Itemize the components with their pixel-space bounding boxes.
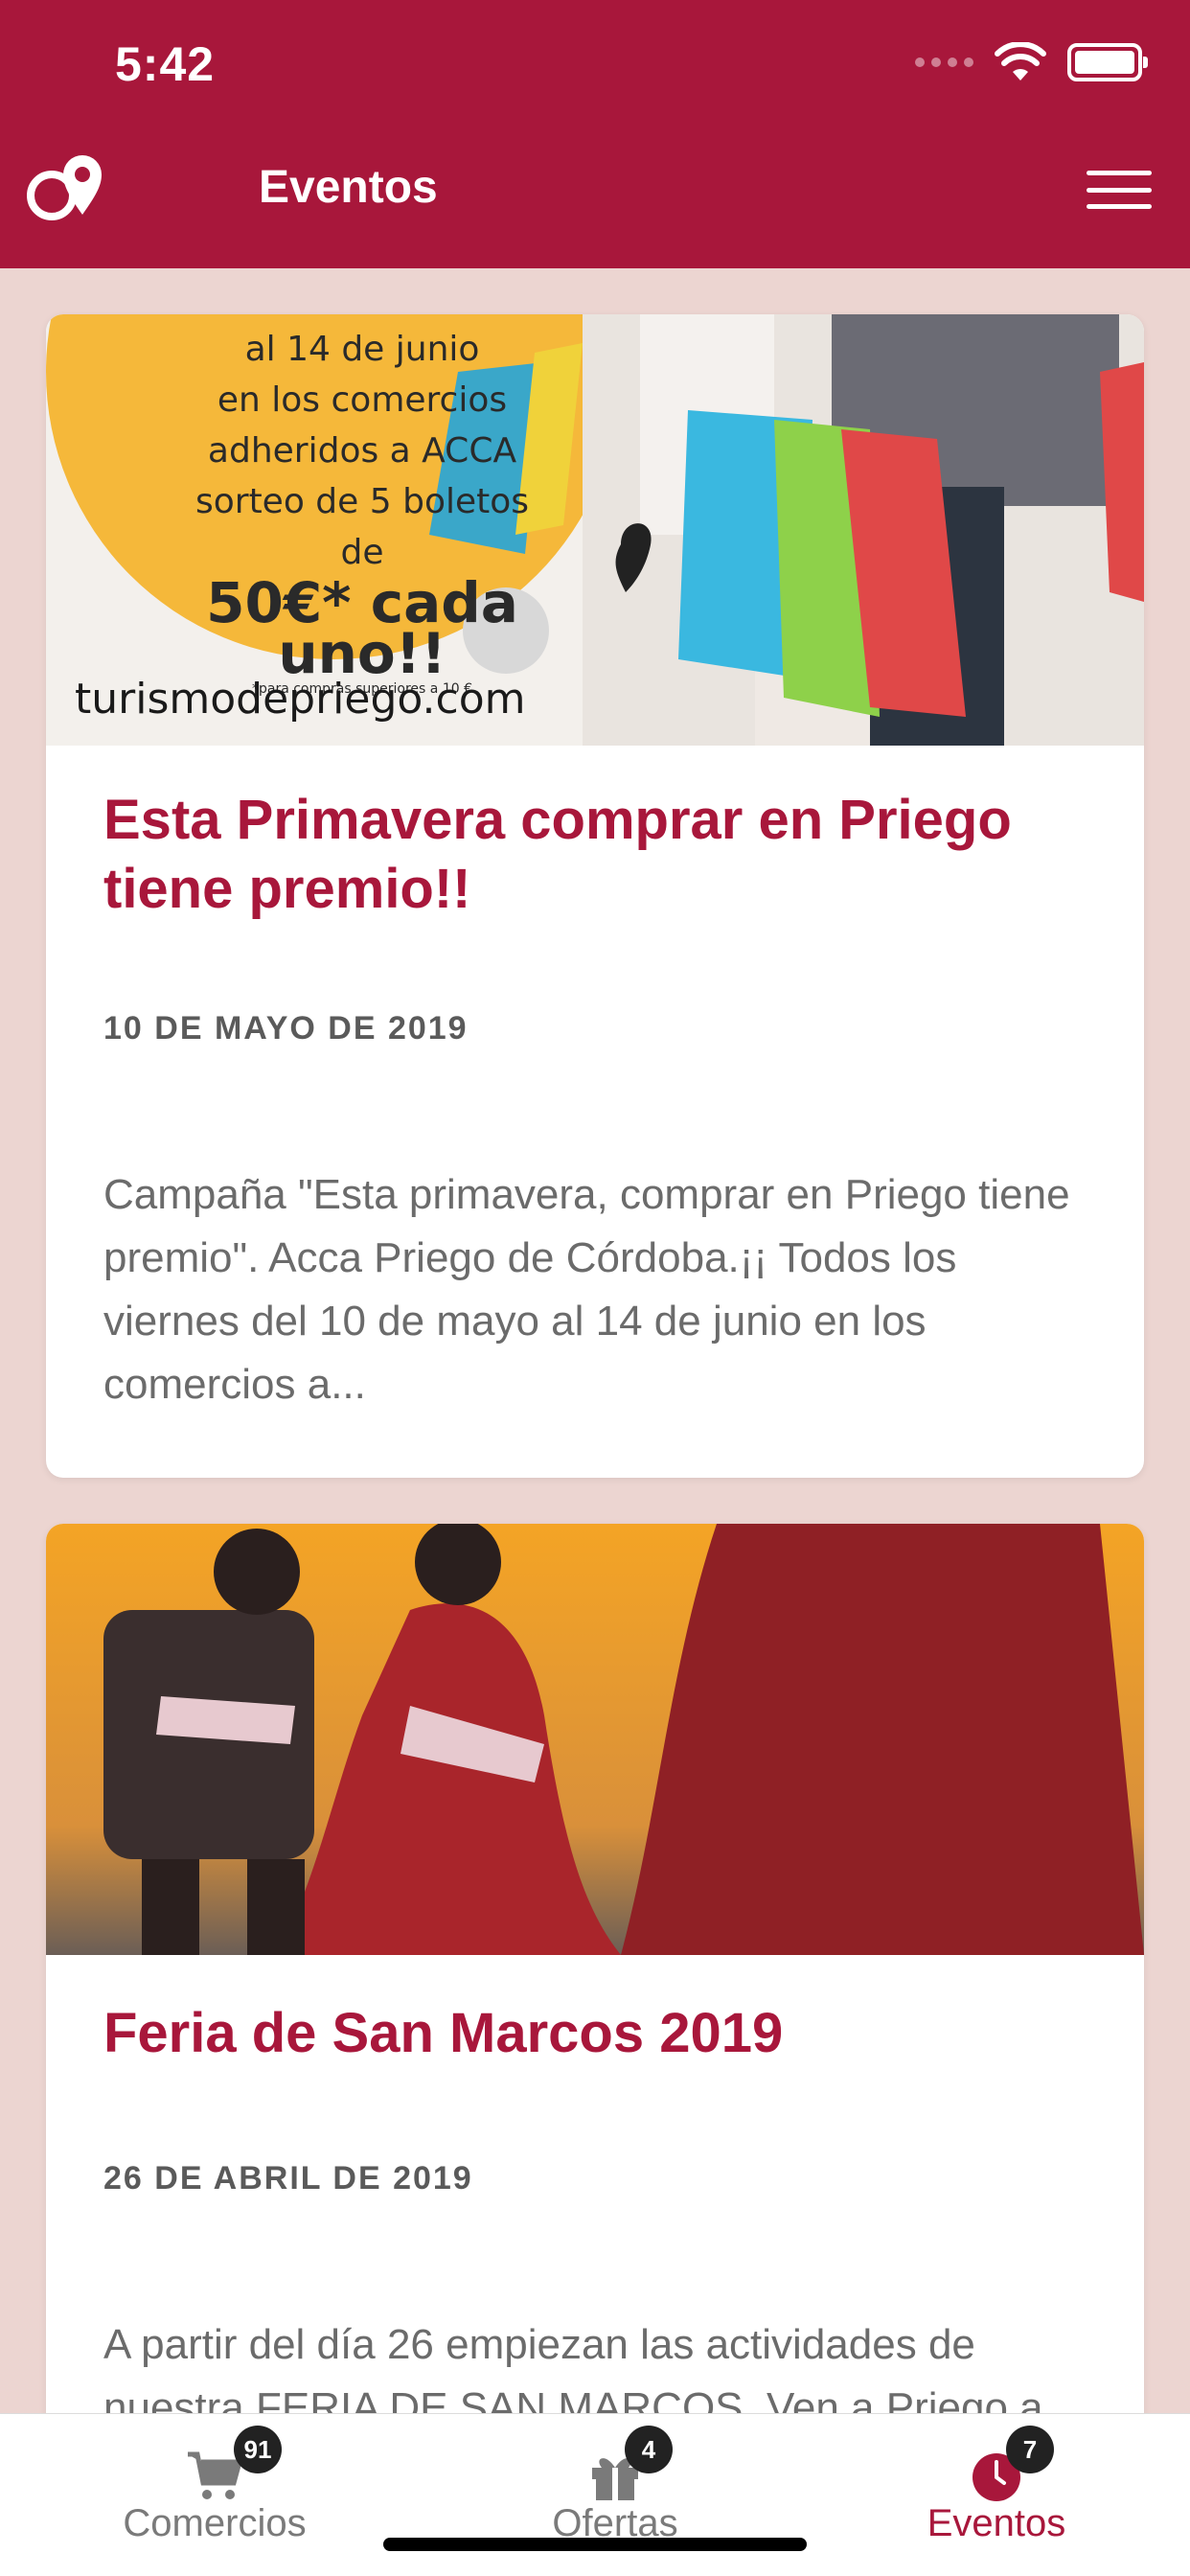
status-indicators [915,42,1148,82]
event-image [46,1524,1144,1955]
event-title[interactable]: Esta Primavera comprar en Priego tiene p… [103,786,1090,924]
promo-line: sorteo de 5 boletos de [195,482,530,572]
wifi-icon [995,42,1046,80]
promo-site: turismodepriego.com [75,675,526,724]
app-logo-icon[interactable] [23,146,115,222]
events-feed[interactable]: al 14 de junio en los comercios adherido… [0,268,1190,2413]
battery-icon [1067,43,1148,81]
tab-eventos[interactable]: 7 Eventos [862,2414,1131,2576]
status-time: 5:42 [115,37,216,91]
app-header: 5:42 Eventos [0,0,1190,268]
tab-label: Eventos [927,2502,1066,2544]
badge-count: 4 [625,2426,673,2473]
event-image: al 14 de junio en los comercios adherido… [46,314,1144,746]
tab-ofertas[interactable]: 4 Ofertas [481,2414,749,2576]
event-title[interactable]: Feria de San Marcos 2019 [103,1999,1090,2068]
promo-line: adheridos a ACCA [207,431,517,471]
event-date: 10 DE MAYO DE 2019 [103,1010,469,1046]
tab-comercios[interactable]: 91 Comercios [80,2414,349,2576]
promo-line: al 14 de junio [244,330,480,369]
signal-icon [915,58,973,67]
bottom-tabbar: 91 Comercios 4 Ofertas 7 Eventos [0,2413,1190,2576]
promo-text: al 14 de junio en los comercios adherido… [180,324,544,699]
badge-count: 91 [234,2426,282,2473]
event-date: 26 DE ABRIL DE 2019 [103,2160,473,2196]
promo-line: 50€* cada uno!! [206,570,518,686]
hamburger-icon [1087,171,1152,175]
event-excerpt: A partir del día 26 empiezan las activid… [103,2321,1043,2413]
home-indicator[interactable] [383,2538,807,2551]
event-card[interactable]: Feria de San Marcos 2019 26 DE ABRIL DE … [46,1524,1144,2413]
event-card[interactable]: al 14 de junio en los comercios adherido… [46,314,1144,1478]
menu-button[interactable] [1083,165,1156,215]
promo-line: en los comercios [217,380,508,420]
flamenco-dancers-illustration [46,1524,1144,1955]
tab-label: Comercios [123,2502,307,2544]
badge-count: 7 [1006,2426,1054,2473]
page-title: Eventos [259,162,438,213]
event-excerpt: Campaña "Esta primavera, comprar en Prie… [103,1171,1070,1408]
